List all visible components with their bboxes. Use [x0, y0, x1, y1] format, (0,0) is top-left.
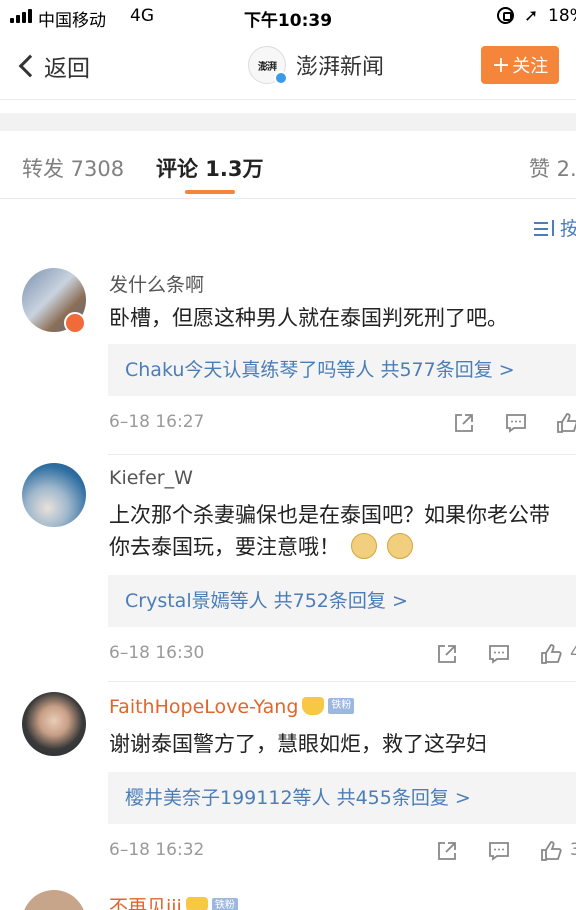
rotation-lock-icon	[497, 7, 514, 24]
battery-level: 18%	[548, 6, 576, 26]
avatar[interactable]	[22, 890, 86, 910]
plus-icon: +	[491, 52, 511, 78]
comment-username[interactable]: 发什么条啊	[109, 270, 204, 297]
like-icon[interactable]	[556, 412, 576, 434]
account-logo-text: 澎湃	[258, 61, 277, 73]
active-tab-indicator	[185, 190, 235, 194]
comment-timestamp: 6–18 16:27	[109, 412, 205, 432]
avatar[interactable]	[22, 692, 86, 756]
divider	[108, 454, 576, 455]
comment-text: 卧槽，但愿这种男人就在泰国判死刑了吧。	[109, 302, 576, 334]
reply-summary-link[interactable]: Crystal景嫣等人 共752条回复 >	[108, 575, 576, 627]
comment-username[interactable]: FaithHopeLove-Yang	[109, 696, 298, 718]
comment-icon[interactable]	[505, 412, 527, 434]
avatar[interactable]	[22, 463, 86, 527]
sort-icon	[534, 219, 554, 236]
nav-bar: 返回 澎湃 澎湃新闻 + 关注	[0, 34, 576, 98]
comment-username-row: 不再见iii 铁粉	[109, 892, 238, 910]
comment-username-row: FaithHopeLove-Yang 铁粉	[109, 696, 355, 718]
sort-label: 按	[560, 218, 576, 240]
chevron-left-icon	[18, 54, 42, 78]
crown-icon	[185, 896, 208, 910]
account-name: 澎湃新闻	[296, 55, 385, 80]
share-icon[interactable]	[436, 840, 458, 862]
comment-username[interactable]: 不再见iii	[109, 896, 182, 910]
comment-text-line: 卧槽，但愿这种男人就在泰国判死刑了吧。	[109, 306, 508, 330]
comment-item: 不再见iii 铁粉	[0, 888, 576, 910]
like-count: 3	[570, 840, 576, 860]
divider	[108, 681, 576, 682]
like-count: 4	[570, 643, 576, 663]
sort-toggle[interactable]: 按	[534, 214, 576, 241]
like-icon[interactable]	[540, 643, 562, 665]
comment-tabs: 转发 7308 评论 1.3万 赞 2...	[0, 131, 576, 199]
doge-emoji-icon	[350, 533, 377, 559]
share-icon[interactable]	[436, 643, 458, 665]
reply-summary-link[interactable]: 樱井美奈子199112等人 共455条回复 >	[108, 772, 576, 824]
tab-likes[interactable]: 赞 2...	[529, 153, 576, 183]
status-bar: 中国移动 4G 下午10:39 ➚ 18%	[0, 0, 576, 34]
crown-icon	[302, 696, 325, 715]
back-button[interactable]: 返回	[14, 48, 90, 84]
status-time: 下午10:39	[243, 11, 333, 31]
divider	[0, 99, 576, 100]
comment-icon[interactable]	[488, 840, 510, 862]
comment-icon[interactable]	[488, 643, 510, 665]
follow-label: 关注	[512, 56, 549, 77]
comment-text-line: 你去泰国玩，要注意哦！	[109, 535, 340, 559]
tab-comments[interactable]: 评论 1.3万	[156, 153, 264, 183]
fan-badge: 铁粉	[211, 897, 238, 910]
verified-badge-icon	[274, 71, 288, 85]
back-label: 返回	[44, 56, 90, 82]
like-icon[interactable]	[540, 840, 562, 862]
follow-button[interactable]: + 关注	[481, 46, 559, 84]
account-header[interactable]: 澎湃 澎湃新闻	[248, 46, 385, 85]
comment-text-line: 上次那个杀妻骗保也是在泰国吧？如果你老公带	[109, 503, 550, 527]
comment-text-line: 谢谢泰国警方了，慧眼如炬，救了这孕妇	[109, 732, 487, 756]
comment-timestamp: 6–18 16:32	[109, 840, 205, 860]
comment-timestamp: 6–18 16:30	[109, 643, 205, 663]
doge-emoji-icon	[387, 533, 414, 559]
section-gap	[0, 113, 576, 131]
reply-summary-link[interactable]: Chaku今天认真练琴了吗等人 共577条回复 >	[108, 344, 576, 396]
location-icon: ➚	[524, 6, 539, 26]
vip-badge-icon	[64, 312, 86, 334]
comment-text: 上次那个杀妻骗保也是在泰国吧？如果你老公带 你去泰国玩，要注意哦！	[109, 499, 576, 563]
account-avatar[interactable]: 澎湃	[248, 46, 288, 85]
comment-username[interactable]: Kiefer_W	[109, 467, 193, 489]
comment-text: 谢谢泰国警方了，慧眼如炬，救了这孕妇	[109, 728, 576, 760]
tab-reposts[interactable]: 转发 7308	[22, 153, 124, 183]
share-icon[interactable]	[453, 412, 475, 434]
fan-badge: 铁粉	[328, 697, 355, 714]
